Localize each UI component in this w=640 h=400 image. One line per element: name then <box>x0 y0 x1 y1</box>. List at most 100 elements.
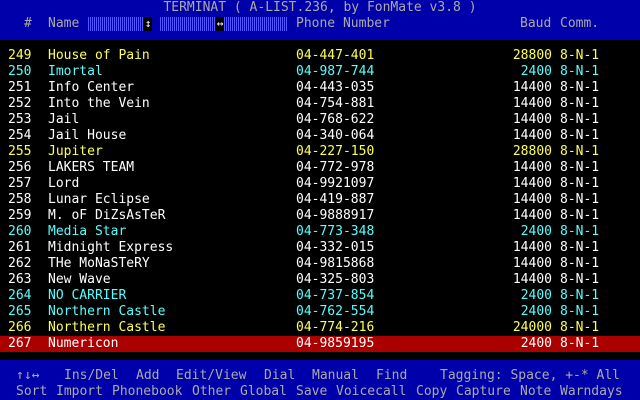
entry-baud: 2400 <box>520 304 552 319</box>
entry-phone: 04-772-978 <box>296 160 375 175</box>
entry-comm: 8-N-1 <box>560 320 600 335</box>
entry-phone: 04-9921097 <box>296 176 375 191</box>
entry-phone: 04-9859195 <box>296 336 375 351</box>
entry-name: Jail <box>48 112 80 127</box>
phonebook-command[interactable]: Phonebook <box>112 384 182 400</box>
entry-name: Jupiter <box>48 144 103 159</box>
name-column-pattern <box>224 17 288 31</box>
entry-comm: 8-N-1 <box>560 128 600 143</box>
window-title: TERMINAT ( A-LIST.236, by FonMate v3.8 ) <box>163 0 477 15</box>
save-command[interactable]: Save <box>296 384 327 400</box>
entry-comm: 8-N-1 <box>560 176 600 191</box>
other-command[interactable]: Other <box>192 384 231 400</box>
column-header-name[interactable]: Name <box>48 16 79 32</box>
dial-command[interactable]: Dial <box>264 368 295 384</box>
entry-name: Midnight Express <box>48 240 174 255</box>
entry-name: Northern Castle <box>48 304 166 319</box>
entry-comm: 8-N-1 <box>560 208 600 223</box>
phonebook-entry[interactable]: 264 NO CARRIER 04-737-854 2400 8-N-1 <box>0 288 640 304</box>
entry-comm: 8-N-1 <box>560 240 600 255</box>
entry-number: 254 <box>8 128 32 143</box>
entry-phone: 04-447-401 <box>296 48 375 63</box>
phonebook-entry[interactable]: 252 Into the Vein 04-754-881 14400 8-N-1 <box>0 96 640 112</box>
entry-baud: 2400 <box>520 64 552 79</box>
phonebook-entry[interactable]: 260 Media Star 04-773-348 2400 8-N-1 <box>0 224 640 240</box>
header-bar: TERMINAT ( A-LIST.236, by FonMate v3.8 )… <box>0 0 640 40</box>
column-header-number[interactable]: # <box>24 16 32 32</box>
phonebook-entry[interactable]: 266 Northern Castle 04-774-216 24000 8-N-1 <box>0 320 640 336</box>
phonebook-entry[interactable]: 263 New Wave 04-325-803 14400 8-N-1 <box>0 272 640 288</box>
entry-comm: 8-N-1 <box>560 48 600 63</box>
phonebook-entry[interactable]: 265 Northern Castle 04-762-554 2400 8-N-1 <box>0 304 640 320</box>
entry-comm: 8-N-1 <box>560 112 600 127</box>
entry-number: 250 <box>8 64 32 79</box>
entry-phone: 04-754-881 <box>296 96 375 111</box>
entry-phone: 04-774-216 <box>296 320 375 335</box>
entry-number: 257 <box>8 176 32 191</box>
phonebook-entry[interactable]: 259 M. oF DiZsAsTeR 04-9888917 14400 8-N-1 <box>0 208 640 224</box>
phonebook-entry[interactable]: 257 Lord 04-9921097 14400 8-N-1 <box>0 176 640 192</box>
copy-command[interactable]: Copy <box>416 384 447 400</box>
entry-baud: 14400 <box>512 112 552 127</box>
phonebook-entry[interactable]: 250 Imortal 04-987-744 2400 8-N-1 <box>0 64 640 80</box>
voicecall-command[interactable]: Voicecall <box>336 384 406 400</box>
entry-number: 265 <box>8 304 32 319</box>
entry-baud: 14400 <box>512 160 552 175</box>
entry-baud: 24000 <box>512 320 552 335</box>
phonebook-list[interactable]: 249 House of Pain 04-447-401 28800 8-N-1 250 I… <box>0 48 640 352</box>
column-header-phone[interactable]: Phone Number <box>296 16 390 32</box>
entry-phone: 04-773-348 <box>296 224 375 239</box>
phonebook-entry-selected[interactable]: 267 Numericon 04-9859195 2400 8-N-1 <box>0 336 640 352</box>
entry-phone: 04-443-035 <box>296 80 375 95</box>
warndays-command[interactable]: Warndays <box>560 384 623 400</box>
entry-comm: 8-N-1 <box>560 64 600 79</box>
ins-del-command[interactable]: Ins/Del <box>64 368 119 384</box>
entry-phone: 04-325-803 <box>296 272 375 287</box>
entry-number: 266 <box>8 320 32 335</box>
sort-command[interactable]: Sort <box>16 384 47 400</box>
note-command[interactable]: Note <box>520 384 551 400</box>
entry-number: 249 <box>8 48 32 63</box>
entry-name: Imortal <box>48 64 103 79</box>
edit-view-command[interactable]: Edit/View <box>176 368 246 384</box>
find-command[interactable]: Find <box>376 368 407 384</box>
phonebook-entry[interactable]: 253 Jail 04-768-622 14400 8-N-1 <box>0 112 640 128</box>
entry-comm: 8-N-1 <box>560 144 600 159</box>
entry-name: Info Center <box>48 80 135 95</box>
entry-comm: 8-N-1 <box>560 80 600 95</box>
phonebook-entry[interactable]: 258 Lunar Eclipse 04-419-887 14400 8-N-1 <box>0 192 640 208</box>
capture-command[interactable]: Capture <box>456 384 511 400</box>
entry-comm: 8-N-1 <box>560 288 600 303</box>
entry-comm: 8-N-1 <box>560 256 600 271</box>
entry-number: 252 <box>8 96 32 111</box>
import-command[interactable]: Import <box>56 384 103 400</box>
column-header-baud[interactable]: Baud <box>520 16 551 32</box>
entry-number: 263 <box>8 272 32 287</box>
entry-name: Northern Castle <box>48 320 166 335</box>
entry-phone: 04-737-854 <box>296 288 375 303</box>
phonebook-entry[interactable]: 255 Jupiter 04-227-150 28800 8-N-1 <box>0 144 640 160</box>
phonebook-entry[interactable]: 256 LAKERS TEAM 04-772-978 14400 8-N-1 <box>0 160 640 176</box>
entry-number: 264 <box>8 288 32 303</box>
entry-name: M. oF DiZsAsTeR <box>48 208 166 223</box>
name-column-pattern <box>88 17 144 31</box>
add-command[interactable]: Add <box>136 368 159 384</box>
entry-number: 255 <box>8 144 32 159</box>
phonebook-entry[interactable]: 262 THe MoNaSTeRY 04-9815868 14400 8-N-1 <box>0 256 640 272</box>
column-resize-handle[interactable]: ↕ <box>144 17 152 31</box>
entry-comm: 8-N-1 <box>560 160 600 175</box>
entry-baud: 14400 <box>512 208 552 223</box>
phonebook-entry[interactable]: 261 Midnight Express 04-332-015 14400 8-N-1 <box>0 240 640 256</box>
entry-baud: 28800 <box>512 144 552 159</box>
column-resize-handle[interactable]: ↔ <box>216 17 224 31</box>
phonebook-entry[interactable]: 249 House of Pain 04-447-401 28800 8-N-1 <box>0 48 640 64</box>
global-command[interactable]: Global <box>240 384 287 400</box>
phonebook-entry[interactable]: 254 Jail House 04-340-064 14400 8-N-1 <box>0 128 640 144</box>
manual-command[interactable]: Manual <box>312 368 359 384</box>
entry-baud: 28800 <box>512 48 552 63</box>
entry-comm: 8-N-1 <box>560 192 600 207</box>
entry-number: 261 <box>8 240 32 255</box>
entry-baud: 14400 <box>512 96 552 111</box>
phonebook-entry[interactable]: 251 Info Center 04-443-035 14400 8-N-1 <box>0 80 640 96</box>
column-header-comm[interactable]: Comm. <box>560 16 599 32</box>
